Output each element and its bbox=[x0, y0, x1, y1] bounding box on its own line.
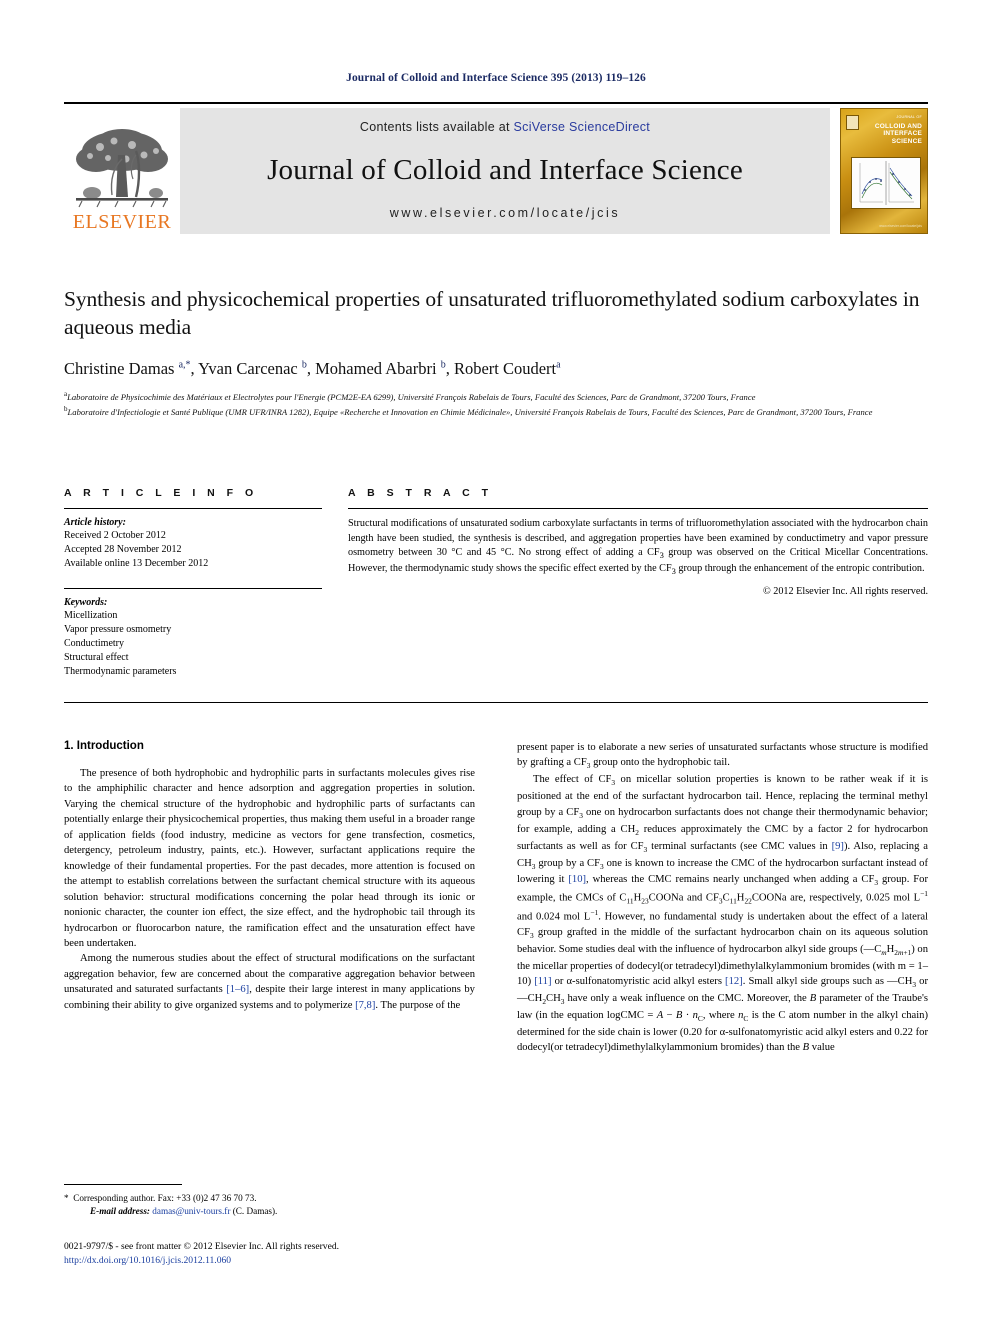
citation-ref[interactable]: [11] bbox=[534, 976, 551, 987]
body-column-right: present paper is to elaborate a new seri… bbox=[517, 740, 928, 1056]
article-info-heading: A R T I C L E I N F O bbox=[64, 487, 258, 499]
section-title-introduction: 1. Introduction bbox=[64, 740, 144, 752]
info-abstract-region: A R T I C L E I N F O Article history: R… bbox=[64, 487, 928, 680]
body-columns: 1. Introduction The presence of both hyd… bbox=[64, 740, 928, 1056]
journal-masthead: ELSEVIER Contents lists available at Sci… bbox=[64, 102, 928, 236]
journal-band: Contents lists available at SciVerse Sci… bbox=[180, 108, 830, 234]
keywords-list: Micellization Vapor pressure osmometry C… bbox=[64, 609, 322, 680]
keywords-block: Keywords: Micellization Vapor pressure o… bbox=[64, 587, 322, 680]
title-block: Synthesis and physicochemical properties… bbox=[64, 285, 928, 418]
cover-title: COLLOID AND INTERFACE SCIENCE bbox=[874, 123, 922, 145]
cover-supertitle: JOURNAL OF bbox=[896, 115, 922, 119]
corresponding-author-line: * Corresponding author. Fax: +33 (0)2 47… bbox=[64, 1193, 257, 1203]
keyword-item: Conductimetry bbox=[64, 637, 124, 649]
email-label: E-mail address: bbox=[90, 1206, 150, 1217]
history-item: Available online 13 December 2012 bbox=[64, 558, 209, 570]
abstract-copyright: © 2012 Elsevier Inc. All rights reserved… bbox=[762, 585, 928, 597]
abstract-text: Structural modifications of unsaturated … bbox=[348, 518, 928, 576]
article-history-label: Article history: bbox=[64, 517, 126, 528]
footnote-marker: * bbox=[64, 1193, 69, 1203]
section-divider bbox=[64, 702, 928, 703]
journal-title: Journal of Colloid and Interface Science bbox=[267, 153, 743, 186]
abstract-column: A B S T R A C T Structural modifications… bbox=[348, 487, 928, 680]
info-divider bbox=[64, 508, 322, 509]
abstract-divider bbox=[348, 508, 928, 509]
affiliation-a: aLaboratoire de Physicochimie des Matéri… bbox=[64, 390, 756, 403]
citation-ref[interactable]: [10] bbox=[568, 874, 586, 885]
paragraph: Among the numerous studies about the eff… bbox=[64, 953, 475, 1011]
elsevier-logo: ELSEVIER bbox=[64, 108, 180, 234]
citation-ref[interactable]: [12] bbox=[725, 976, 743, 987]
keyword-item: Structural effect bbox=[64, 652, 129, 664]
keyword-item: Thermodynamic parameters bbox=[64, 666, 177, 678]
body-column-left: 1. Introduction The presence of both hyd… bbox=[64, 740, 475, 1056]
article-info-column: A R T I C L E I N F O Article history: R… bbox=[64, 487, 322, 680]
elsevier-wordmark: ELSEVIER bbox=[72, 211, 172, 233]
keyword-item: Micellization bbox=[64, 609, 118, 621]
paper-page: Journal of Colloid and Interface Science… bbox=[0, 0, 992, 1323]
email-link[interactable]: damas@univ-tours.fr bbox=[152, 1206, 230, 1216]
contents-prefix: Contents lists available at bbox=[359, 120, 514, 134]
paragraph: The presence of both hydrophobic and hyd… bbox=[64, 768, 475, 949]
cover-footer-url: www.elsevier.com/locate/jcis bbox=[879, 224, 922, 228]
history-item: Accepted 28 November 2012 bbox=[64, 544, 182, 556]
cover-elsevier-mark-icon bbox=[846, 115, 859, 130]
paragraph: present paper is to elaborate a new seri… bbox=[517, 742, 928, 771]
citation-ref[interactable]: [7,8] bbox=[355, 1000, 375, 1011]
citation-ref[interactable]: [1–6] bbox=[226, 984, 249, 995]
issn-copyright-line: 0021-9797/$ - see front matter © 2012 El… bbox=[64, 1241, 340, 1252]
doi-link[interactable]: http://dx.doi.org/10.1016/j.jcis.2012.11… bbox=[64, 1254, 564, 1268]
affiliation-b: bLaboratoire d'Infectiologie et Santé Pu… bbox=[64, 404, 873, 417]
email-suffix: (C. Damas). bbox=[232, 1206, 278, 1217]
history-item: Received 2 October 2012 bbox=[64, 530, 166, 541]
running-head: Journal of Colloid and Interface Science… bbox=[346, 72, 646, 84]
cover-chart-thumbnail bbox=[851, 157, 921, 209]
colophon: 0021-9797/$ - see front matter © 2012 El… bbox=[64, 1240, 564, 1269]
footnote-divider bbox=[64, 1184, 182, 1185]
author-list: Christine Damas a,*, Yvan Carcenac b, Mo… bbox=[64, 358, 561, 378]
elsevier-tree-icon bbox=[76, 129, 168, 208]
citation-ref[interactable]: [9] bbox=[832, 841, 844, 852]
contents-available-line: Contents lists available at SciVerse Sci… bbox=[360, 120, 650, 134]
abstract-heading: A B S T R A C T bbox=[348, 487, 493, 499]
paragraph: The effect of CF3 on micellar solution p… bbox=[517, 774, 929, 1054]
email-line: E-mail address: damas@univ-tours.fr (C. … bbox=[64, 1205, 475, 1218]
page-title: Synthesis and physicochemical properties… bbox=[64, 287, 920, 340]
sciencedirect-link[interactable]: SciVerse ScienceDirect bbox=[514, 120, 651, 134]
keywords-label: Keywords: bbox=[64, 596, 108, 608]
journal-cover-thumbnail[interactable]: JOURNAL OF COLLOID ANDINTERFACESCIENCE bbox=[840, 108, 928, 234]
article-history-list: Received 2 October 2012 Accepted 28 Nove… bbox=[64, 529, 322, 572]
keyword-item: Vapor pressure osmometry bbox=[64, 623, 172, 635]
journal-homepage-url[interactable]: www.elsevier.com/locate/jcis bbox=[390, 206, 621, 220]
corresponding-author-footnote: * Corresponding author. Fax: +33 (0)2 47… bbox=[64, 1184, 475, 1219]
keywords-divider bbox=[64, 587, 322, 589]
